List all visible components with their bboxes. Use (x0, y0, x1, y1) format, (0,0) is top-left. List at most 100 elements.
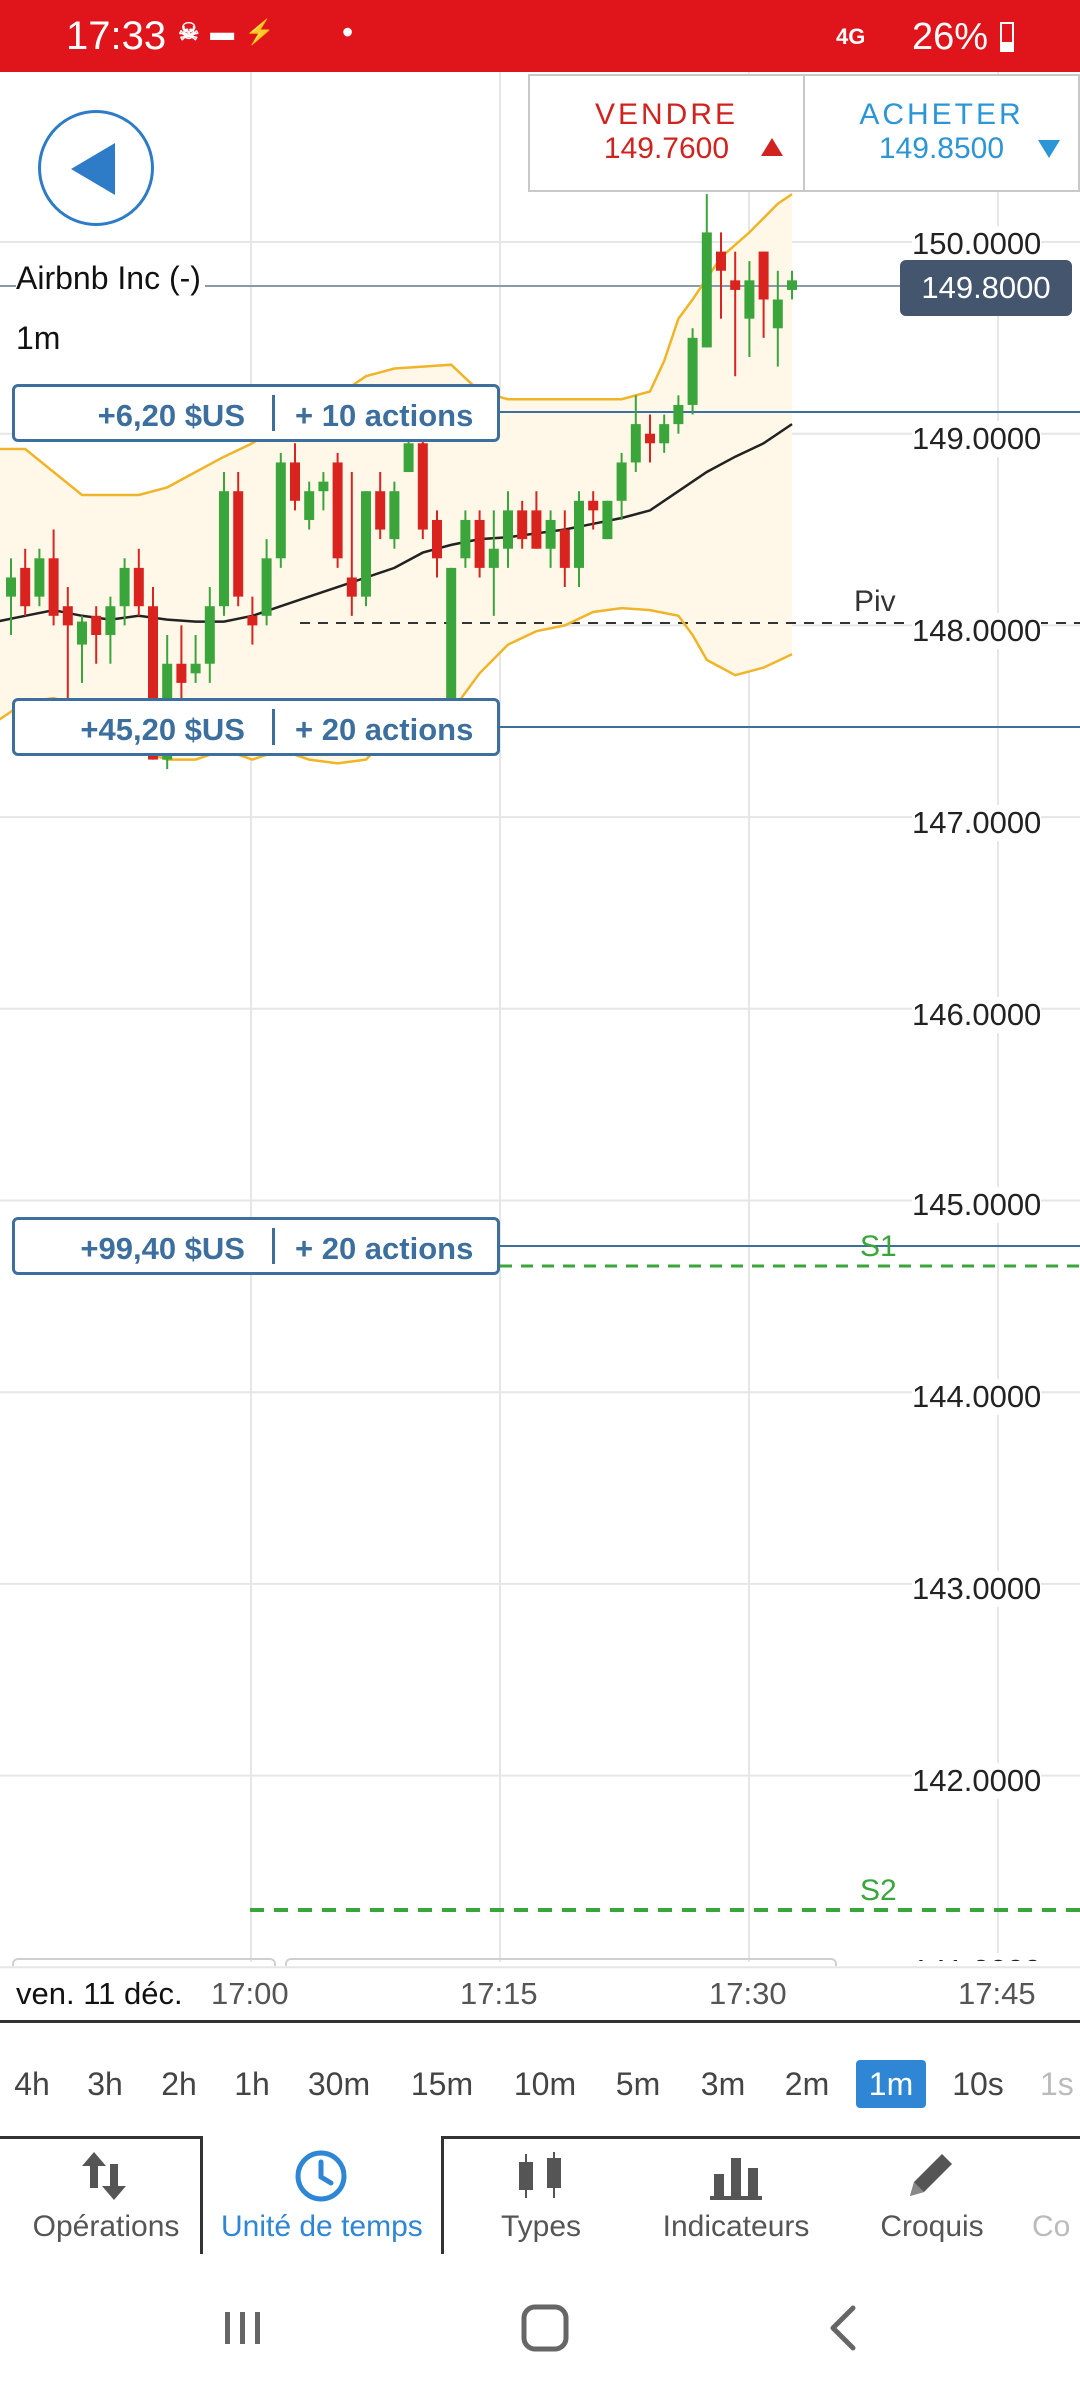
bar-chart-icon (710, 2158, 762, 2200)
candle-body (460, 519, 471, 559)
candle-body (730, 280, 741, 290)
timeframe-4h[interactable]: 4h (12, 2060, 52, 2108)
candle-body (787, 280, 797, 290)
tab-operations[interactable]: Opérations (6, 2148, 206, 2268)
timeframe-2m[interactable]: 2m (781, 2060, 833, 2108)
candle-body (346, 577, 357, 597)
position-marker[interactable]: +6,20 $US + 10 actions (12, 384, 500, 442)
x-tick: 17:30 (709, 1976, 787, 2011)
candle-body (105, 606, 116, 635)
tab-timeframe[interactable]: Unité de temps (221, 2148, 423, 2268)
home-icon[interactable] (515, 2298, 575, 2358)
candle-body (133, 567, 144, 607)
candle-up (602, 500, 613, 540)
candle-up (389, 481, 400, 549)
y-tick: 147.0000 (912, 805, 1042, 841)
timeframe-1s[interactable]: 1s (1040, 2060, 1080, 2108)
y-tick: 146.0000 (912, 997, 1042, 1033)
candle-down (233, 472, 244, 607)
candle-body (545, 519, 556, 549)
candle-body (261, 558, 272, 616)
timeframe-1h[interactable]: 1h (231, 2060, 273, 2108)
tab-label: Types (500, 2210, 582, 2243)
notification-icons: ☠ ▬ ⚡ (178, 19, 277, 46)
y-tick: 143.0000 (912, 1571, 1042, 1607)
candle-down (474, 510, 485, 578)
y-tick: 148.0000 (912, 613, 1042, 649)
position-quantity: + 10 actions (295, 398, 474, 433)
candle-body (574, 500, 584, 568)
candle-body (275, 462, 286, 559)
tab-bar-border (441, 2136, 1080, 2139)
triangle-up-icon (761, 138, 783, 156)
candle-body (6, 577, 16, 597)
candle-body (687, 337, 698, 405)
candle-body (389, 491, 400, 540)
system-nav-bar (0, 2278, 1080, 2400)
x-axis-scroll-handle[interactable] (12, 1958, 276, 1966)
tab-more[interactable]: Co (1032, 2148, 1080, 2268)
tab-label: Croquis (880, 2210, 984, 2243)
x-tick: 17:15 (460, 1976, 538, 2011)
position-pnl: +45,20 $US (80, 712, 245, 747)
status-bar: 17:33 ☠ ▬ ⚡ • 4G 26% (0, 0, 1080, 72)
position-marker[interactable]: +45,20 $US + 20 actions (12, 698, 500, 756)
position-quantity: + 20 actions (295, 712, 474, 747)
y-tick: 150.0000 (912, 226, 1042, 262)
timeframe-selector: 4h 3h 2h 1h 30m 15m 10m 5m 3m 2m 1m 10s … (0, 2050, 1080, 2110)
candle-body (531, 510, 542, 549)
candle-body (673, 404, 684, 425)
timeframe-30m[interactable]: 30m (304, 2060, 374, 2108)
candle-body (204, 606, 215, 664)
timeframe-10s[interactable]: 10s (948, 2060, 1008, 2108)
back-button[interactable] (38, 110, 154, 226)
candle-body (417, 443, 428, 530)
sell-button[interactable]: VENDRE 149.7600 (530, 76, 803, 190)
buy-label: ACHETER (859, 98, 1024, 131)
tab-label: Unité de temps (221, 2210, 423, 2243)
timeframe-5m[interactable]: 5m (612, 2060, 664, 2108)
recent-apps-icon[interactable] (213, 2298, 273, 2358)
buy-button[interactable]: ACHETER 149.8500 (803, 76, 1078, 190)
timeframe-3m[interactable]: 3m (697, 2060, 749, 2108)
network-indicator: 4G (836, 24, 866, 49)
candle-body (758, 251, 769, 300)
candle-body (20, 567, 31, 607)
instrument-name: Airbnb Inc (-) (16, 260, 205, 297)
candle-body (517, 510, 528, 540)
timeframe-1m[interactable]: 1m (856, 2060, 926, 2108)
candle-body (290, 462, 300, 501)
candle-body (659, 424, 670, 444)
position-separator (272, 709, 275, 745)
candle-body (190, 663, 201, 674)
candle-body (361, 491, 371, 597)
candlestick-icon (519, 2152, 561, 2198)
tab-indicators[interactable]: Indicateurs (636, 2148, 836, 2268)
timeframe-15m[interactable]: 15m (407, 2060, 477, 2108)
current-price-tag: 149.8000 (900, 260, 1072, 316)
candle-body (375, 491, 386, 530)
candle-up (275, 452, 286, 568)
sell-label: VENDRE (594, 98, 739, 131)
position-pnl: +99,40 $US (80, 1231, 245, 1266)
tab-types[interactable]: Types (441, 2148, 641, 2268)
position-pnl: +6,20 $US (97, 398, 245, 433)
candle-body (219, 491, 229, 607)
position-marker[interactable]: +99,40 $US + 20 actions (12, 1217, 500, 1275)
timeframe-2h[interactable]: 2h (158, 2060, 200, 2108)
candle-body (446, 567, 457, 703)
x-tick: 17:45 (958, 1976, 1036, 2011)
candle-body (645, 433, 655, 444)
timeframe-10m[interactable]: 10m (510, 2060, 580, 2108)
candle-up (687, 328, 698, 415)
candle-up (219, 472, 229, 616)
candle-body (602, 500, 613, 540)
more-icon (1036, 2148, 1076, 2204)
timeframe-3h[interactable]: 3h (84, 2060, 126, 2108)
axis-divider (0, 2020, 1080, 2023)
tab-sketches[interactable]: Croquis (832, 2148, 1032, 2268)
y-tick: 141.0000 (912, 1953, 1042, 1961)
price-chart[interactable] (0, 72, 1080, 2032)
x-axis-scroll-handle[interactable] (285, 1958, 837, 1966)
back-nav-icon[interactable] (815, 2298, 875, 2358)
